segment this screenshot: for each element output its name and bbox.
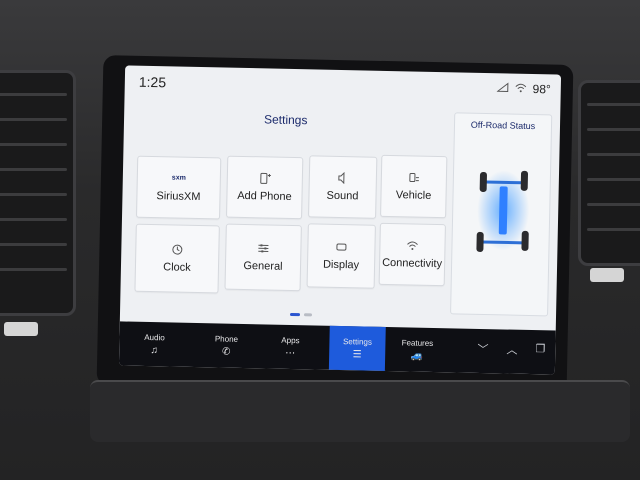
siriusxm-icon: sxm <box>171 174 186 182</box>
tile-connectivity[interactable]: Connectivity <box>378 222 446 287</box>
vehicle-icon <box>408 171 420 183</box>
temperature-readout: 98° <box>532 82 551 97</box>
phone-icon: ✆ <box>221 346 231 358</box>
right-vent-knob <box>590 268 624 282</box>
nav-apps[interactable]: Apps ⋯ <box>263 324 318 369</box>
tile-sound[interactable]: Sound <box>308 155 378 219</box>
settings-grid: sxm SiriusXM Add Phone Sound Vehicle Clo… <box>134 154 448 302</box>
tile-display[interactable]: Display <box>306 223 376 289</box>
tile-label: Sound <box>326 189 359 203</box>
infotainment-screen: 1:25 98° Settings sxm SiriusXM Add Phone <box>118 65 562 375</box>
bottom-nav-bar: Audio ♫ Phone ✆ Apps ⋯ Settings ☰ Featur… <box>118 321 556 375</box>
wifi-status-icon <box>514 82 527 95</box>
tile-label: General <box>243 259 283 273</box>
driveshaft <box>498 186 508 235</box>
chevron-up-icon[interactable]: ︿ <box>506 342 517 358</box>
rear-right-wheel <box>521 230 529 251</box>
lower-dash-trim <box>90 380 630 442</box>
wifi-icon <box>406 239 418 251</box>
signal-icon <box>496 81 509 95</box>
nav-label: Settings <box>342 336 373 347</box>
phone-plus-icon <box>259 172 271 184</box>
tile-label: Connectivity <box>382 256 443 271</box>
right-air-vent <box>578 80 640 266</box>
front-axle <box>485 180 522 185</box>
left-air-vent <box>0 70 76 316</box>
clock-time: 1:25 <box>138 73 167 91</box>
rear-left-wheel <box>476 231 484 252</box>
speaker-icon <box>337 171 349 185</box>
clock-icon <box>171 243 183 255</box>
front-right-wheel <box>520 170 529 191</box>
music-note-icon: ♫ <box>150 344 159 356</box>
nav-label: Phone <box>214 333 239 344</box>
tile-label: SiriusXM <box>156 190 201 204</box>
nav-controls: ﹀ ︿ ❐ <box>477 341 545 358</box>
tile-clock[interactable]: Clock <box>134 223 220 294</box>
nav-settings[interactable]: Settings ☰ <box>328 325 386 371</box>
tile-general[interactable]: General <box>224 223 302 292</box>
tile-add-phone[interactable]: Add Phone <box>226 155 304 220</box>
page-indicator <box>289 312 313 317</box>
drivetrain-diagram <box>476 170 530 252</box>
page-title: Settings <box>263 112 308 128</box>
nav-label: Features <box>401 337 434 348</box>
rear-axle <box>482 240 523 245</box>
nav-label: Audio <box>144 332 165 342</box>
car-icon: 🚙 <box>410 350 424 362</box>
tile-label: Vehicle <box>395 189 432 202</box>
tile-label: Add Phone <box>237 189 292 203</box>
tile-vehicle[interactable]: Vehicle <box>380 154 448 219</box>
tile-label: Display <box>322 258 360 272</box>
sliders-icon <box>257 242 269 254</box>
nav-audio[interactable]: Audio ♫ <box>127 322 182 367</box>
display-icon <box>335 241 347 253</box>
nav-label: Apps <box>281 335 300 345</box>
status-icons: 98° <box>496 81 551 97</box>
page-dot <box>303 313 313 317</box>
nav-phone[interactable]: Phone ✆ <box>199 323 254 368</box>
tile-label: Clock <box>163 261 191 274</box>
sliders-icon: ☰ <box>352 348 362 360</box>
front-left-wheel <box>479 171 487 193</box>
chevron-down-icon[interactable]: ﹀ <box>477 341 488 357</box>
nav-features[interactable]: Features 🚙 <box>389 327 446 372</box>
overview-icon[interactable]: ❐ <box>535 342 545 358</box>
apps-grid-icon: ⋯ <box>285 347 296 359</box>
tile-siriusxm[interactable]: sxm SiriusXM <box>136 155 222 220</box>
off-road-status-panel[interactable]: Off-Road Status <box>450 112 553 317</box>
page-dot-active <box>289 312 301 317</box>
left-vent-knob <box>4 322 38 336</box>
